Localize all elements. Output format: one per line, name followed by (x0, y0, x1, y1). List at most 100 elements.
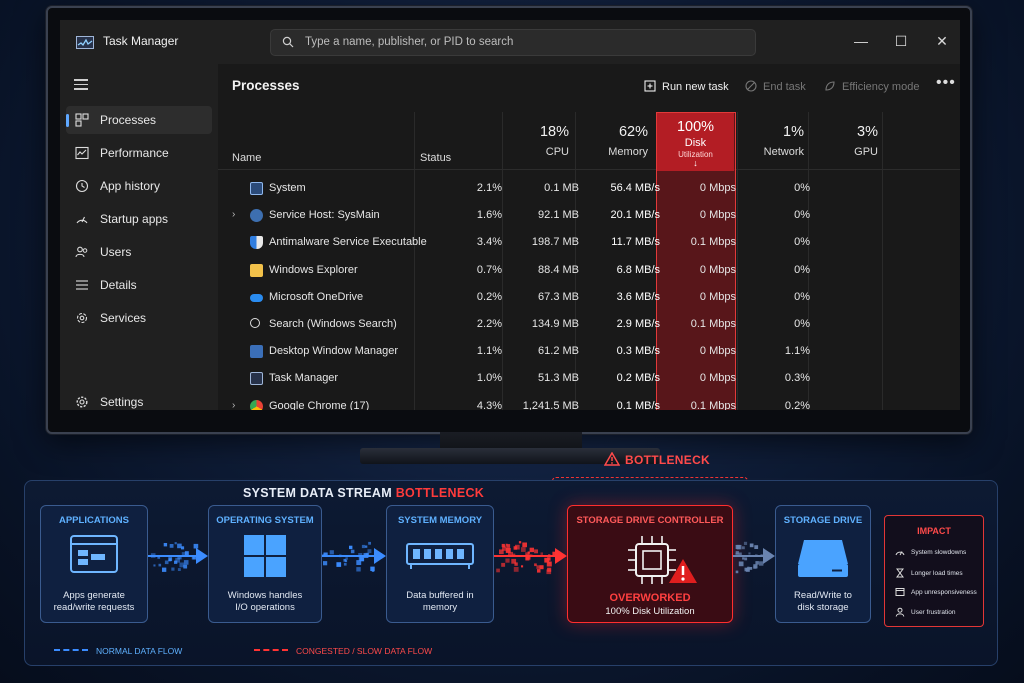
process-name: System (269, 182, 306, 194)
process-table: Name Status 18% CPU 62% Memory 1% Networ… (218, 112, 960, 410)
services-icon (76, 312, 88, 324)
flow-particle (371, 569, 375, 572)
impact-box: IMPACT System slowdowns Longer load time… (884, 515, 984, 627)
arrow-head-icon (763, 548, 775, 564)
column-header-memory[interactable]: 62% Memory (570, 124, 648, 158)
cell-memory: 51.3 MB (538, 372, 579, 385)
flow-particle (169, 544, 174, 548)
table-row[interactable]: Windows Explorer 0.7% 88.4 MB 6.8 MB/s 0 Mbp… (218, 257, 960, 284)
column-header-network[interactable]: 1% Network (726, 124, 804, 158)
table-row[interactable]: › Service Host: SysMain 1.6% 92.1 MB 20.1 MB… (218, 202, 960, 229)
stage-title: STORAGE DRIVE CONTROLLER (576, 515, 724, 526)
search-input[interactable]: Type a name, publisher, or PID to search (270, 29, 756, 56)
table-row[interactable]: Microsoft OneDrive 0.2% 67.3 MB 3.6 MB/s 0 M… (218, 284, 960, 311)
cell-cpu: 1.6% (476, 209, 502, 222)
column-header-disk[interactable]: 100% Disk Utilization ↓ (657, 113, 734, 171)
table-row[interactable]: › Google Chrome (17) 4.3% 1,241.5 MB 0.1 MB/… (218, 393, 960, 410)
maximize-button[interactable]: ☐ (890, 30, 912, 52)
expand-chevron-icon[interactable]: › (232, 400, 235, 410)
flow-particle (754, 545, 759, 549)
flow-particle (336, 562, 342, 567)
flow-particle (501, 562, 506, 567)
gear-icon (76, 396, 88, 408)
stage-desc-line: disk storage (797, 602, 849, 613)
cell-gpu: 1.1% (784, 345, 810, 358)
sidebar-item-performance[interactable]: Performance (66, 139, 212, 167)
more-options-button[interactable]: ••• (936, 74, 956, 92)
task-manager-app-icon (76, 36, 94, 49)
flow-particle (503, 545, 506, 548)
sidebar-item-services[interactable]: Services (66, 304, 212, 332)
process-name: Service Host: SysMain (269, 209, 380, 222)
end-task-button[interactable]: End task (745, 80, 806, 93)
stage-description: Data buffered in memory (387, 590, 493, 614)
flow-particle (518, 541, 522, 544)
legend-congested: CONGESTED / SLOW DATA FLOW (254, 646, 432, 656)
flow-particle (359, 557, 365, 562)
flow-particle (361, 544, 366, 549)
sidebar: Processes Performance App history Startu… (60, 64, 218, 410)
efficiency-mode-button[interactable]: Efficiency mode (824, 80, 919, 93)
normal-flow-arrow-2 (322, 541, 386, 572)
window-title: Task Manager (103, 34, 179, 48)
stage-description: Read/Write to disk storage (776, 590, 870, 614)
flow-particle (749, 543, 754, 548)
column-header-gpu[interactable]: 3% GPU (800, 124, 878, 158)
run-task-icon (644, 80, 656, 92)
process-name: Desktop Window Manager (269, 345, 399, 358)
legend-congested-label: CONGESTED / SLOW DATA FLOW (296, 646, 433, 656)
close-button[interactable]: ✕ (931, 30, 953, 52)
flow-particle (177, 543, 182, 549)
sidebar-item-startup-apps[interactable]: Startup apps (66, 205, 212, 233)
run-new-task-button[interactable]: Run new task (644, 80, 729, 93)
minimize-button[interactable]: — (850, 30, 872, 52)
cell-gpu: 0% (794, 209, 810, 222)
disk-label: Disk (684, 137, 707, 149)
flow-particle (505, 548, 511, 553)
normal-flow-swatch (54, 649, 88, 651)
cell-disk: 6.8 MB/s (616, 263, 660, 276)
flow-particle (738, 561, 744, 567)
column-header-cpu[interactable]: 18% CPU (491, 124, 569, 158)
flow-particle (345, 557, 348, 560)
column-header-status[interactable]: Status (420, 152, 451, 164)
table-row[interactable]: System 2.1% 0.1 MB 56.4 MB/s 0 Mbps 0% (218, 175, 960, 202)
expand-chevron-icon[interactable]: › (232, 209, 235, 220)
table-row[interactable]: Task Manager 1.0% 51.3 MB 0.2 MB/s 0 Mbps 0.3… (218, 365, 960, 392)
sort-arrow-icon: ↓ (693, 158, 698, 168)
gear-icon (250, 209, 263, 223)
flow-particle (329, 550, 334, 555)
chrome-icon (250, 399, 263, 410)
sidebar-item-details[interactable]: Details (66, 271, 212, 299)
monitor: Task Manager Type a name, publisher, or … (46, 6, 972, 434)
stage-description: Windows handles I/O operations (209, 590, 321, 614)
cell-disk: 0.2 MB/s (616, 372, 660, 385)
flow-particle (753, 565, 757, 569)
sidebar-item-processes[interactable]: Processes (66, 106, 212, 134)
sidebar-item-app-history[interactable]: App history (66, 172, 212, 200)
table-row[interactable]: Desktop Window Manager 1.1% 61.2 MB 0.3 MB/… (218, 338, 960, 365)
sidebar-item-settings[interactable]: Settings (66, 388, 212, 410)
hourglass-icon (896, 568, 904, 578)
sidebar-item-users[interactable]: Users (66, 238, 212, 266)
alert-triangle-icon (669, 559, 697, 583)
cell-gpu: 0% (794, 263, 810, 276)
dwm-icon (250, 345, 263, 359)
flow-particle (534, 563, 537, 567)
stage-storage-drive-controller: STORAGE DRIVE CONTROLLER OVERWORKED 100%… (567, 505, 733, 623)
flow-particle (544, 557, 550, 563)
column-header-name[interactable]: Name (232, 152, 261, 164)
windows-logo-icon (244, 535, 286, 577)
shield-icon (250, 236, 263, 250)
cell-gpu: 0.3% (784, 372, 810, 385)
cell-gpu: 0% (794, 236, 810, 249)
table-row[interactable]: Antimalware Service Executable 3.4% 198.7 … (218, 229, 960, 256)
flow-particle (162, 567, 167, 572)
startup-icon (76, 216, 88, 224)
flow-particle (741, 546, 745, 550)
flow-particle (168, 557, 173, 561)
process-name: Windows Explorer (269, 263, 358, 276)
hamburger-menu-icon[interactable] (74, 79, 88, 90)
folder-icon (250, 263, 263, 277)
table-row[interactable]: Search (Windows Search) 2.2% 134.9 MB 2.9 M… (218, 311, 960, 338)
